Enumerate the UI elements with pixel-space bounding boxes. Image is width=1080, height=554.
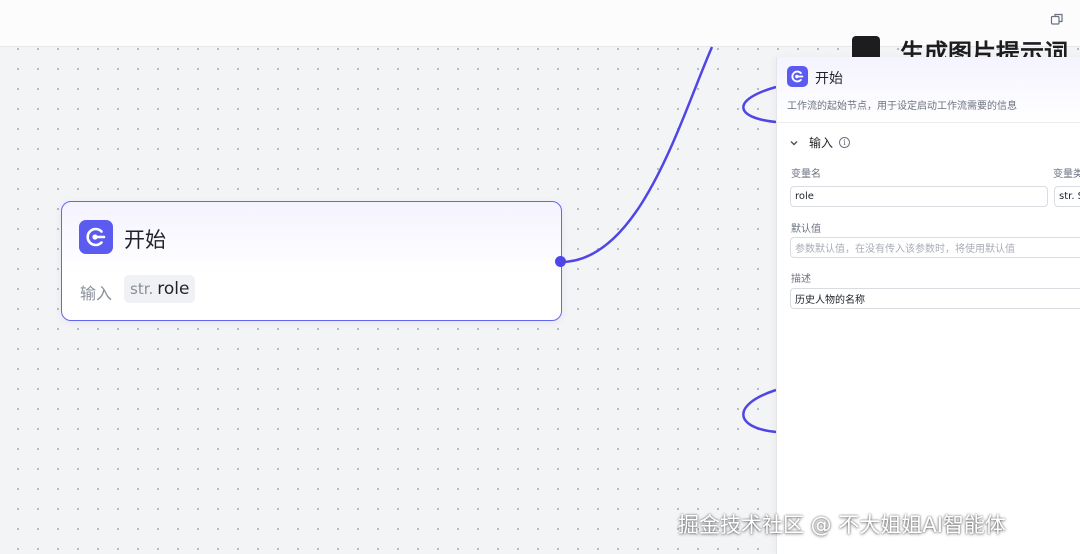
var-name-label: 变量名 xyxy=(791,169,821,180)
input-section-label: 输入 xyxy=(809,136,834,150)
default-value-label: 默认值 xyxy=(791,224,821,235)
panel-header: 开始 工作流的起始节点，用于设定启动工作流需要的信息 xyxy=(777,57,1080,123)
chevron-down-icon[interactable] xyxy=(789,138,799,148)
start-node-icon xyxy=(79,220,113,254)
param-name: role xyxy=(157,279,190,299)
param-type: str. xyxy=(130,280,154,298)
description-field[interactable]: 历史人物的名称 xyxy=(790,288,1080,309)
panel-description: 工作流的起始节点，用于设定启动工作流需要的信息 xyxy=(787,101,1017,112)
start-node[interactable]: 开始 输入 str. role xyxy=(61,201,562,321)
info-icon[interactable]: i xyxy=(839,137,851,148)
start-node-input-label: 输入 xyxy=(80,284,113,303)
restore-window-icon[interactable] xyxy=(1050,12,1064,26)
default-value-field[interactable]: 参数默认值，在没有传入该参数时，将使用默认值 xyxy=(790,237,1080,258)
start-node-icon xyxy=(787,66,808,87)
start-node-title: 开始 xyxy=(124,228,166,252)
input-param-chip: str. role xyxy=(124,275,196,303)
description-label: 描述 xyxy=(791,274,811,285)
input-section-header[interactable]: 输入 i xyxy=(789,134,851,151)
var-type-label: 变量类 xyxy=(1053,169,1080,180)
var-name-field[interactable]: role xyxy=(790,186,1048,207)
panel-title: 开始 xyxy=(815,71,843,87)
output-handle[interactable] xyxy=(555,256,566,267)
watermark: 掘金技术社区 @ 不大姐姐AI智能体 xyxy=(678,513,1006,537)
var-type-select[interactable]: str. S xyxy=(1054,186,1080,207)
node-config-panel: 开始 工作流的起始节点，用于设定启动工作流需要的信息 输入 i 变量名 变量类 … xyxy=(776,57,1080,554)
